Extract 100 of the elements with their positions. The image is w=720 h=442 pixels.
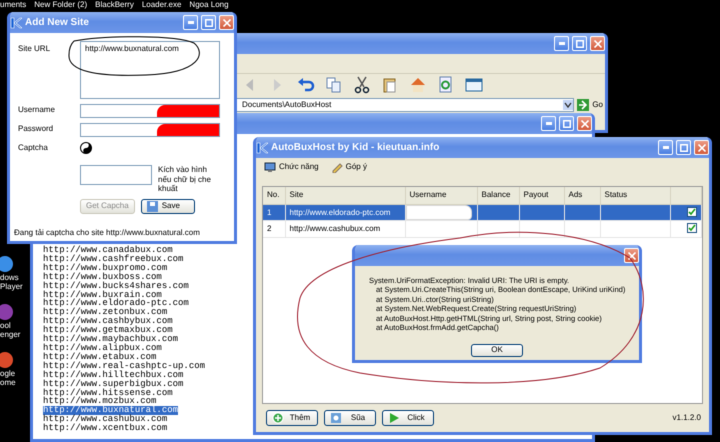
close-icon bbox=[628, 252, 636, 260]
icon-label[interactable]: Ngoa Long bbox=[189, 0, 229, 9]
app-icon[interactable] bbox=[0, 303, 16, 321]
list-item[interactable]: http://www.xcentbux.com bbox=[43, 424, 168, 434]
list-item[interactable]: http://www.real-cashptc-up.com bbox=[43, 362, 206, 371]
minimize-icon bbox=[662, 146, 668, 149]
copy-icon[interactable] bbox=[325, 76, 343, 94]
get-captcha-button: Get Capcha bbox=[80, 198, 135, 214]
icon-label[interactable]: ool bbox=[0, 321, 11, 330]
icon-label[interactable]: ome bbox=[0, 378, 16, 387]
menu-item[interactable]: Góp ý bbox=[330, 162, 367, 172]
icon-label[interactable]: dows bbox=[0, 273, 19, 282]
maximize-icon bbox=[562, 120, 570, 128]
icon-label[interactable]: uments bbox=[0, 0, 26, 9]
app-logo-icon bbox=[10, 16, 22, 28]
close-icon bbox=[698, 144, 706, 152]
ok-button[interactable]: OK bbox=[471, 344, 523, 358]
list-item[interactable]: http://www.maybachbux.com bbox=[43, 335, 178, 344]
pencil-icon bbox=[330, 162, 343, 172]
arrow-icon bbox=[577, 98, 590, 110]
close-button[interactable] bbox=[624, 248, 639, 263]
play-button[interactable]: Click bbox=[382, 410, 434, 426]
column-header[interactable]: Username bbox=[405, 187, 477, 204]
column-header[interactable]: Ads bbox=[564, 187, 600, 204]
list-item[interactable]: http://www.cashbybux.com bbox=[43, 317, 173, 326]
icon-label[interactable]: ogle bbox=[0, 369, 16, 378]
icon-label[interactable]: Player bbox=[0, 282, 23, 291]
window-title: Add New Site bbox=[25, 16, 89, 28]
icon-label[interactable]: BlackBerry bbox=[95, 0, 134, 9]
close-icon bbox=[594, 40, 602, 48]
undo-icon[interactable] bbox=[297, 76, 315, 94]
minimize-button[interactable] bbox=[541, 116, 556, 131]
checkbox[interactable] bbox=[687, 223, 697, 234]
field-label: Site URL bbox=[18, 43, 52, 55]
close-icon bbox=[222, 18, 230, 26]
save-button[interactable]: Save bbox=[140, 198, 195, 214]
redaction-mark bbox=[156, 124, 219, 136]
table-cell: 1 bbox=[263, 204, 285, 221]
field-label: Captcha bbox=[18, 142, 49, 154]
list-item[interactable]: http://www.cashubux.com bbox=[43, 415, 168, 424]
maximize-button[interactable] bbox=[201, 15, 216, 30]
minimize-button[interactable] bbox=[183, 15, 198, 30]
table-cell: 2 bbox=[263, 220, 285, 238]
app-icon[interactable] bbox=[0, 255, 16, 273]
menu-item[interactable]: Chức năng bbox=[264, 162, 319, 172]
close-button[interactable] bbox=[577, 116, 592, 131]
list-item[interactable]: http://www.etabux.com bbox=[43, 352, 156, 362]
maximize-button[interactable] bbox=[676, 140, 691, 155]
list-item[interactable]: http://www.buxrain.com bbox=[43, 290, 162, 300]
go-button[interactable]: Go bbox=[577, 98, 603, 110]
list-item[interactable]: http://www.hilltechbux.com bbox=[43, 370, 184, 380]
close-button[interactable] bbox=[590, 36, 605, 51]
list-item[interactable]: http://www.alipbux.com bbox=[43, 344, 162, 353]
list-item[interactable]: http://www.canadabux.com bbox=[43, 246, 173, 255]
column-header[interactable]: Status bbox=[600, 187, 670, 204]
icon-label[interactable]: enger bbox=[0, 330, 20, 339]
maximize-icon bbox=[576, 40, 584, 48]
list-item[interactable]: http://www.getmaxbux.com bbox=[43, 326, 173, 336]
list-item[interactable]: http://www.mozbux.com bbox=[43, 397, 156, 406]
list-item[interactable]: http://www.buxpromo.com bbox=[43, 264, 168, 273]
list-item[interactable]: http://www.cashfreebux.com bbox=[43, 254, 184, 264]
icon-label[interactable]: Loader.exe bbox=[142, 0, 182, 9]
add-button[interactable]: Thêm bbox=[266, 410, 318, 426]
table-cell: http://www.eldorado-ptc.com bbox=[285, 204, 405, 221]
text-field[interactable] bbox=[80, 123, 220, 137]
minimize-button[interactable] bbox=[554, 36, 569, 51]
maximize-button[interactable] bbox=[572, 36, 587, 51]
url-field[interactable]: http://www.buxnatural.com bbox=[80, 41, 220, 99]
list-item[interactable]: http://www.superbigbux.com bbox=[43, 380, 184, 388]
list-item[interactable]: http://www.zetonbux.com bbox=[43, 308, 168, 318]
field-label: Password bbox=[18, 123, 54, 135]
minimize-button[interactable] bbox=[658, 140, 673, 155]
captcha-input[interactable] bbox=[80, 165, 152, 185]
monitor-icon bbox=[264, 162, 276, 172]
list-item[interactable]: http://www.buxnatural.com bbox=[43, 406, 178, 416]
list-item[interactable]: http://www.bucks4shares.com bbox=[43, 282, 189, 291]
app-icon[interactable] bbox=[0, 351, 16, 369]
close-button[interactable] bbox=[219, 15, 234, 30]
plus-icon bbox=[272, 412, 284, 424]
maximize-button[interactable] bbox=[559, 116, 574, 131]
column-header[interactable]: No. bbox=[263, 187, 285, 204]
maximize-icon bbox=[680, 144, 688, 152]
list-item[interactable]: http://www.hitssense.com bbox=[43, 388, 173, 398]
list-item[interactable]: http://www.buxboss.com bbox=[43, 272, 162, 282]
dropdown-caret-icon[interactable] bbox=[563, 100, 574, 110]
edit-button[interactable]: Sũa bbox=[324, 410, 376, 426]
close-button[interactable] bbox=[694, 140, 709, 155]
minimize-icon bbox=[188, 21, 194, 24]
checkbox[interactable] bbox=[687, 206, 697, 216]
column-header[interactable]: Balance bbox=[477, 187, 519, 204]
home-icon[interactable] bbox=[409, 76, 427, 94]
scissors-icon[interactable] bbox=[353, 76, 371, 94]
text-field[interactable] bbox=[80, 104, 220, 118]
redaction-mark bbox=[156, 105, 219, 117]
minimize-icon bbox=[558, 42, 564, 45]
column-header[interactable]: Site bbox=[285, 187, 405, 204]
window-icon[interactable] bbox=[465, 76, 483, 94]
column-header[interactable]: Payout bbox=[519, 187, 564, 204]
list-item[interactable]: http://www.eldorado-ptc.com bbox=[43, 299, 189, 308]
icon-label[interactable]: New Folder (2) bbox=[34, 0, 88, 9]
